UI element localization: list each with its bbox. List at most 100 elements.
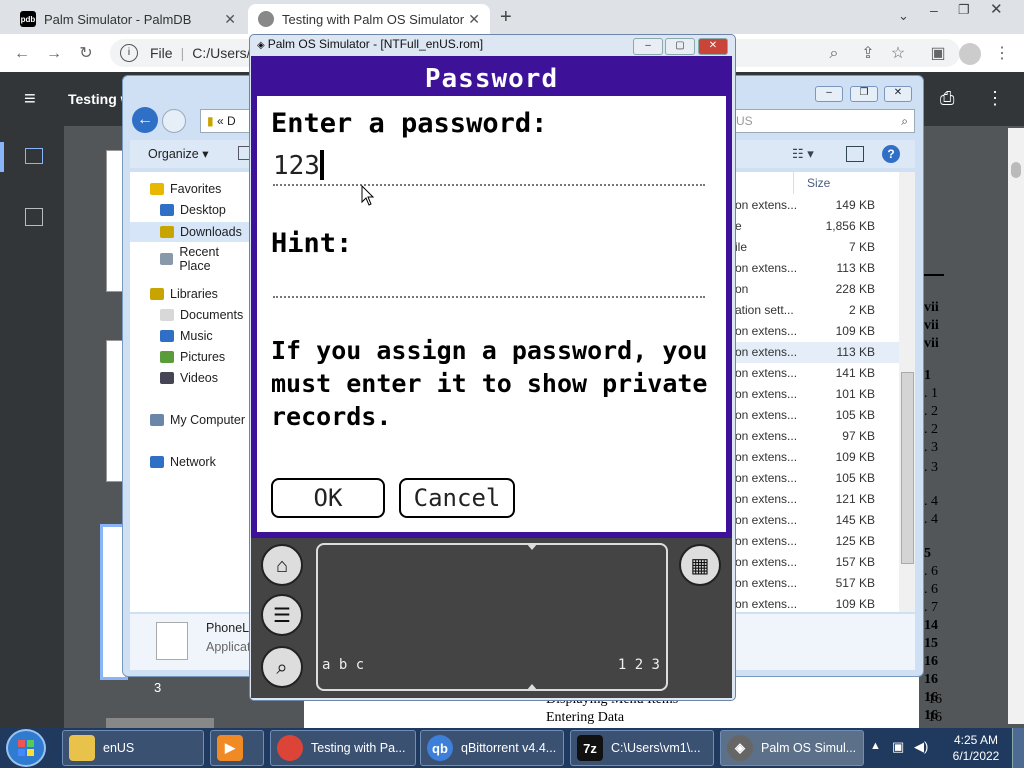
tab-testing[interactable]: Testing with Palm OS Simulator ✕ <box>248 4 490 34</box>
find-icon[interactable]: ⌕ <box>261 646 303 688</box>
nav-videos[interactable]: Videos <box>160 371 218 385</box>
nav-desktop[interactable]: Desktop <box>160 203 226 217</box>
help-icon[interactable]: ? <box>882 145 900 163</box>
forward-icon[interactable]: → <box>44 44 64 64</box>
taskbar-7zip[interactable]: 7z C:\Users\vm1\... <box>570 730 714 766</box>
file-row[interactable]: on extens... 517 KB <box>733 573 899 594</box>
reload-icon[interactable]: ↻ <box>76 44 96 64</box>
file-row[interactable]: e 1,856 KB <box>733 216 899 237</box>
restore-icon[interactable]: ❐ <box>958 2 978 18</box>
print-icon[interactable]: ⎙ <box>940 88 954 109</box>
network-tray-icon[interactable]: ▣ <box>892 739 904 755</box>
back-icon[interactable]: ← <box>12 44 32 64</box>
side-panel-icon[interactable]: ▣ <box>928 44 948 64</box>
show-hidden-icons[interactable]: ▲ <box>870 740 881 752</box>
outline-icon[interactable] <box>25 208 43 226</box>
file-row[interactable]: on 228 KB <box>733 279 899 300</box>
restore-icon[interactable]: ❐ <box>850 86 878 102</box>
calculator-icon[interactable]: ▦ <box>679 544 721 586</box>
file-row[interactable]: on extens... 145 KB <box>733 510 899 531</box>
taskbar-palm-simulator[interactable]: ◈ Palm OS Simul... <box>720 730 864 766</box>
file-row[interactable]: on extens... 101 KB <box>733 384 899 405</box>
forward-icon[interactable] <box>162 109 186 133</box>
page-thumbnail[interactable] <box>106 718 214 728</box>
nav-documents[interactable]: Documents <box>160 308 243 322</box>
file-row[interactable]: on extens... 109 KB <box>733 447 899 468</box>
file-row[interactable]: on extens... 113 KB <box>733 342 899 363</box>
close-tab-icon[interactable]: ✕ <box>224 11 236 28</box>
star-icon[interactable]: ☆ <box>888 44 908 64</box>
file-row[interactable]: on extens... 121 KB <box>733 489 899 510</box>
profile-avatar[interactable] <box>959 43 981 65</box>
preview-pane-icon[interactable] <box>846 146 864 162</box>
new-tab-icon[interactable]: + <box>500 6 512 29</box>
file-row[interactable]: on extens... 105 KB <box>733 405 899 426</box>
home-icon[interactable]: ⌂ <box>261 544 303 586</box>
nav-recent-places[interactable]: Recent Place <box>160 245 250 273</box>
file-row[interactable]: on extens... 97 KB <box>733 426 899 447</box>
scrollbar-thumb[interactable] <box>1011 162 1021 178</box>
taskbar-media-player[interactable]: ▶ <box>210 730 264 766</box>
file-type: on extens... <box>735 387 798 401</box>
breadcrumb[interactable]: ▮ « D <box>200 109 254 133</box>
thumbnails-icon[interactable] <box>25 148 43 164</box>
menu-dots-icon[interactable]: ⋮ <box>992 44 1012 64</box>
minimize-icon[interactable]: – <box>815 86 843 102</box>
nav-libraries[interactable]: Libraries <box>150 287 218 301</box>
file-row[interactable]: on extens... 149 KB <box>733 195 899 216</box>
file-row[interactable]: on extens... 109 KB <box>733 321 899 342</box>
search-input[interactable]: US ⌕ <box>733 109 915 133</box>
nav-network[interactable]: Network <box>150 455 216 469</box>
close-icon[interactable]: ✕ <box>990 0 1010 18</box>
file-row[interactable]: ation sett... 2 KB <box>733 300 899 321</box>
password-field[interactable]: 123 <box>273 148 705 186</box>
nav-favorites[interactable]: Favorites <box>150 182 221 196</box>
file-row[interactable]: on extens... 109 KB <box>733 594 899 615</box>
nav-my-computer[interactable]: My Computer <box>150 413 245 427</box>
chevron-down-icon[interactable]: ⌄ <box>898 8 909 24</box>
graffiti-area[interactable]: a b c 1 2 3 <box>316 543 668 691</box>
menu-icon[interactable]: ☰ <box>261 594 303 636</box>
file-row[interactable]: on extens... 105 KB <box>733 468 899 489</box>
file-row[interactable]: on extens... 125 KB <box>733 531 899 552</box>
file-row[interactable]: on extens... 141 KB <box>733 363 899 384</box>
taskbar-explorer[interactable]: enUS <box>62 730 204 766</box>
maximize-icon[interactable]: ▢ <box>665 38 695 55</box>
close-icon[interactable]: ✕ <box>698 38 728 55</box>
chrome-icon <box>277 735 303 761</box>
volume-icon[interactable]: ◀) <box>914 739 928 755</box>
minimize-icon[interactable]: – <box>930 2 950 18</box>
file-row[interactable]: on extens... 113 KB <box>733 258 899 279</box>
view-options-icon[interactable]: ☷ ▾ <box>792 146 814 162</box>
file-row[interactable]: ile 7 KB <box>733 237 899 258</box>
back-icon[interactable]: ← <box>132 107 158 133</box>
ok-button[interactable]: OK <box>271 478 385 518</box>
file-list-scrollbar[interactable] <box>899 172 915 612</box>
taskbar-chrome[interactable]: Testing with Pa... <box>270 730 416 766</box>
scrollbar-thumb[interactable] <box>901 372 914 564</box>
nav-pictures[interactable]: Pictures <box>160 350 225 364</box>
minimize-icon[interactable]: – <box>633 38 663 55</box>
file-row[interactable]: on extens... 157 KB <box>733 552 899 573</box>
sidebar-selection <box>0 142 4 172</box>
nav-downloads[interactable]: Downloads <box>130 222 250 242</box>
share-icon[interactable]: ⇪ <box>858 44 878 64</box>
column-header-size[interactable]: Size <box>807 176 830 190</box>
close-icon[interactable]: ✕ <box>884 86 912 102</box>
start-button[interactable] <box>6 729 46 767</box>
show-desktop-button[interactable] <box>1012 728 1024 768</box>
zoom-icon[interactable]: ⌕ <box>824 44 844 64</box>
nav-music[interactable]: Music <box>160 329 213 343</box>
clock[interactable]: 4:25 AM 6/1/2022 <box>948 732 1004 764</box>
pdf-scrollbar[interactable] <box>1008 128 1024 724</box>
toc-entry[interactable]: Entering Data 16 <box>546 710 944 726</box>
close-tab-icon[interactable]: ✕ <box>468 11 480 28</box>
hint-field[interactable] <box>273 264 705 298</box>
organize-button[interactable]: Organize ▾ <box>148 146 208 161</box>
column-divider[interactable] <box>793 172 794 194</box>
taskbar-qbittorrent[interactable]: qb qBittorrent v4.4... <box>420 730 564 766</box>
hamburger-menu-icon[interactable]: ≡ <box>24 88 36 111</box>
more-options-icon[interactable]: ⋮ <box>986 88 1004 109</box>
tab-palmdb[interactable]: pdb Palm Simulator - PalmDB ✕ <box>10 4 246 34</box>
cancel-button[interactable]: Cancel <box>399 478 515 518</box>
